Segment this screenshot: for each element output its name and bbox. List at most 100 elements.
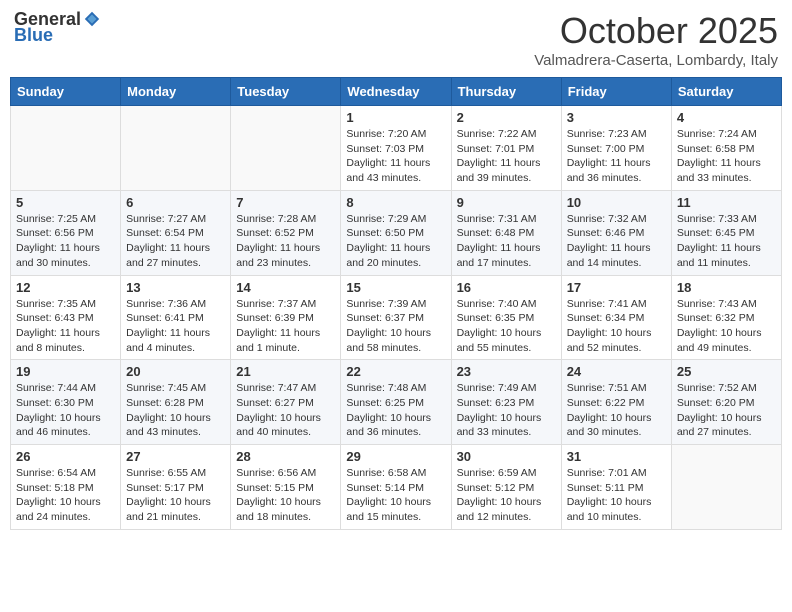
day-info: Sunrise: 7:47 AMSunset: 6:27 PMDaylight:… xyxy=(236,381,335,440)
calendar-cell: 9 Sunrise: 7:31 AMSunset: 6:48 PMDaylight… xyxy=(451,190,561,275)
day-info: Sunrise: 7:01 AMSunset: 5:11 PMDaylight:… xyxy=(567,466,666,525)
weekday-header: Saturday xyxy=(671,78,781,106)
logo: General Blue xyxy=(14,10,101,46)
day-info: Sunrise: 7:33 AMSunset: 6:45 PMDaylight:… xyxy=(677,212,776,271)
day-number: 19 xyxy=(16,364,115,379)
day-info: Sunrise: 6:55 AMSunset: 5:17 PMDaylight:… xyxy=(126,466,225,525)
day-info: Sunrise: 7:51 AMSunset: 6:22 PMDaylight:… xyxy=(567,381,666,440)
day-info: Sunrise: 7:39 AMSunset: 6:37 PMDaylight:… xyxy=(346,297,445,356)
day-number: 12 xyxy=(16,280,115,295)
day-number: 27 xyxy=(126,449,225,464)
day-info: Sunrise: 6:54 AMSunset: 5:18 PMDaylight:… xyxy=(16,466,115,525)
calendar-week-row: 26Sunrise: 6:54 AMSunset: 5:18 PMDayligh… xyxy=(11,445,782,530)
day-number: 16 xyxy=(457,280,556,295)
day-number: 31 xyxy=(567,449,666,464)
day-number: 17 xyxy=(567,280,666,295)
calendar-cell: 14 Sunrise: 7:37 AMSunset: 6:39 PMDayligh… xyxy=(231,275,341,360)
page-header: General Blue October 2025 Valmadrera-Cas… xyxy=(10,10,782,69)
calendar-cell: 1 Sunrise: 7:20 AMSunset: 7:03 PMDaylight… xyxy=(341,106,451,191)
calendar-week-row: 1 Sunrise: 7:20 AMSunset: 7:03 PMDaylight… xyxy=(11,106,782,191)
calendar-cell xyxy=(121,106,231,191)
weekday-header: Wednesday xyxy=(341,78,451,106)
calendar-week-row: 12 Sunrise: 7:35 AMSunset: 6:43 PMDayligh… xyxy=(11,275,782,360)
day-info: Sunrise: 7:40 AMSunset: 6:35 PMDaylight:… xyxy=(457,297,556,356)
day-number: 25 xyxy=(677,364,776,379)
day-info: Sunrise: 7:32 AMSunset: 6:46 PMDaylight:… xyxy=(567,212,666,271)
day-number: 4 xyxy=(677,110,776,125)
calendar-cell: 7 Sunrise: 7:28 AMSunset: 6:52 PMDaylight… xyxy=(231,190,341,275)
day-info: Sunrise: 7:36 AMSunset: 6:41 PMDaylight:… xyxy=(126,297,225,356)
calendar-cell: 27 Sunrise: 6:55 AMSunset: 5:17 PMDayligh… xyxy=(121,445,231,530)
day-info: Sunrise: 6:58 AMSunset: 5:14 PMDaylight:… xyxy=(346,466,445,525)
day-number: 9 xyxy=(457,195,556,210)
calendar-cell: 30Sunrise: 6:59 AMSunset: 5:12 PMDayligh… xyxy=(451,445,561,530)
location: Valmadrera-Caserta, Lombardy, Italy xyxy=(534,52,778,69)
day-number: 8 xyxy=(346,195,445,210)
day-info: Sunrise: 7:31 AMSunset: 6:48 PMDaylight:… xyxy=(457,212,556,271)
calendar-cell: 23 Sunrise: 7:49 AMSunset: 6:23 PMDayligh… xyxy=(451,360,561,445)
day-info: Sunrise: 7:44 AMSunset: 6:30 PMDaylight:… xyxy=(16,381,115,440)
weekday-header: Sunday xyxy=(11,78,121,106)
calendar-week-row: 19 Sunrise: 7:44 AMSunset: 6:30 PMDayligh… xyxy=(11,360,782,445)
day-info: Sunrise: 7:22 AMSunset: 7:01 PMDaylight:… xyxy=(457,127,556,186)
calendar-cell: 29 Sunrise: 6:58 AMSunset: 5:14 PMDayligh… xyxy=(341,445,451,530)
day-number: 29 xyxy=(346,449,445,464)
calendar-cell: 13Sunrise: 7:36 AMSunset: 6:41 PMDayligh… xyxy=(121,275,231,360)
day-info: Sunrise: 6:56 AMSunset: 5:15 PMDaylight:… xyxy=(236,466,335,525)
calendar-cell xyxy=(671,445,781,530)
day-info: Sunrise: 7:27 AMSunset: 6:54 PMDaylight:… xyxy=(126,212,225,271)
calendar-cell: 22Sunrise: 7:48 AMSunset: 6:25 PMDayligh… xyxy=(341,360,451,445)
calendar-cell xyxy=(11,106,121,191)
calendar-cell: 3 Sunrise: 7:23 AMSunset: 7:00 PMDaylight… xyxy=(561,106,671,191)
calendar-cell: 10 Sunrise: 7:32 AMSunset: 6:46 PMDayligh… xyxy=(561,190,671,275)
day-number: 28 xyxy=(236,449,335,464)
day-info: Sunrise: 7:37 AMSunset: 6:39 PMDaylight:… xyxy=(236,297,335,356)
calendar-cell: 28 Sunrise: 6:56 AMSunset: 5:15 PMDayligh… xyxy=(231,445,341,530)
day-number: 5 xyxy=(16,195,115,210)
title-block: October 2025 Valmadrera-Caserta, Lombard… xyxy=(534,10,778,69)
day-info: Sunrise: 7:29 AMSunset: 6:50 PMDaylight:… xyxy=(346,212,445,271)
day-number: 23 xyxy=(457,364,556,379)
day-info: Sunrise: 7:49 AMSunset: 6:23 PMDaylight:… xyxy=(457,381,556,440)
logo-blue: Blue xyxy=(14,26,101,46)
day-number: 10 xyxy=(567,195,666,210)
calendar-header-row: SundayMondayTuesdayWednesdayThursdayFrid… xyxy=(11,78,782,106)
calendar-cell: 2 Sunrise: 7:22 AMSunset: 7:01 PMDaylight… xyxy=(451,106,561,191)
calendar-cell: 4 Sunrise: 7:24 AMSunset: 6:58 PMDaylight… xyxy=(671,106,781,191)
day-number: 6 xyxy=(126,195,225,210)
calendar-cell: 8 Sunrise: 7:29 AMSunset: 6:50 PMDaylight… xyxy=(341,190,451,275)
day-info: Sunrise: 7:25 AMSunset: 6:56 PMDaylight:… xyxy=(16,212,115,271)
day-number: 3 xyxy=(567,110,666,125)
calendar-cell: 19 Sunrise: 7:44 AMSunset: 6:30 PMDayligh… xyxy=(11,360,121,445)
day-info: Sunrise: 7:45 AMSunset: 6:28 PMDaylight:… xyxy=(126,381,225,440)
day-number: 11 xyxy=(677,195,776,210)
day-number: 1 xyxy=(346,110,445,125)
day-number: 14 xyxy=(236,280,335,295)
calendar-cell: 24 Sunrise: 7:51 AMSunset: 6:22 PMDayligh… xyxy=(561,360,671,445)
day-number: 15 xyxy=(346,280,445,295)
day-info: Sunrise: 7:23 AMSunset: 7:00 PMDaylight:… xyxy=(567,127,666,186)
calendar-cell: 17Sunrise: 7:41 AMSunset: 6:34 PMDayligh… xyxy=(561,275,671,360)
day-info: Sunrise: 7:43 AMSunset: 6:32 PMDaylight:… xyxy=(677,297,776,356)
calendar-cell: 20Sunrise: 7:45 AMSunset: 6:28 PMDayligh… xyxy=(121,360,231,445)
day-info: Sunrise: 7:28 AMSunset: 6:52 PMDaylight:… xyxy=(236,212,335,271)
day-number: 24 xyxy=(567,364,666,379)
calendar-cell: 16 Sunrise: 7:40 AMSunset: 6:35 PMDayligh… xyxy=(451,275,561,360)
day-number: 7 xyxy=(236,195,335,210)
calendar-week-row: 5 Sunrise: 7:25 AMSunset: 6:56 PMDaylight… xyxy=(11,190,782,275)
calendar-cell: 21Sunrise: 7:47 AMSunset: 6:27 PMDayligh… xyxy=(231,360,341,445)
calendar-cell xyxy=(231,106,341,191)
weekday-header: Thursday xyxy=(451,78,561,106)
weekday-header: Monday xyxy=(121,78,231,106)
day-info: Sunrise: 7:35 AMSunset: 6:43 PMDaylight:… xyxy=(16,297,115,356)
day-info: Sunrise: 7:24 AMSunset: 6:58 PMDaylight:… xyxy=(677,127,776,186)
calendar-cell: 12 Sunrise: 7:35 AMSunset: 6:43 PMDayligh… xyxy=(11,275,121,360)
day-number: 2 xyxy=(457,110,556,125)
day-info: Sunrise: 7:20 AMSunset: 7:03 PMDaylight:… xyxy=(346,127,445,186)
day-number: 18 xyxy=(677,280,776,295)
calendar-cell: 31 Sunrise: 7:01 AMSunset: 5:11 PMDayligh… xyxy=(561,445,671,530)
calendar-cell: 6 Sunrise: 7:27 AMSunset: 6:54 PMDaylight… xyxy=(121,190,231,275)
calendar-cell: 5 Sunrise: 7:25 AMSunset: 6:56 PMDaylight… xyxy=(11,190,121,275)
calendar-cell: 26Sunrise: 6:54 AMSunset: 5:18 PMDayligh… xyxy=(11,445,121,530)
day-info: Sunrise: 7:48 AMSunset: 6:25 PMDaylight:… xyxy=(346,381,445,440)
